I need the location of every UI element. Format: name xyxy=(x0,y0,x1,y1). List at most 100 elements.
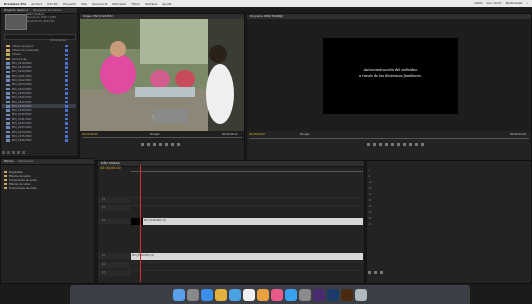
mute-icon[interactable] xyxy=(374,271,377,274)
finder-icon[interactable] xyxy=(173,288,185,301)
mark-out-icon[interactable] xyxy=(372,143,376,146)
launchpad-icon[interactable] xyxy=(187,288,199,301)
new-item-icon[interactable] xyxy=(17,151,20,154)
tab-media-browser[interactable]: Navegador de medios xyxy=(33,9,62,12)
step-back-icon[interactable] xyxy=(152,143,156,146)
clip-icon xyxy=(6,66,10,69)
tab-effects[interactable]: Efectos xyxy=(4,160,14,163)
tab-sequence[interactable]: NIÑO TRABAJO xyxy=(101,162,120,165)
audio-meters-panel xyxy=(366,160,532,284)
menu-help[interactable]: Ayuda xyxy=(162,2,171,6)
safari-icon[interactable] xyxy=(201,288,213,301)
calendar-icon[interactable] xyxy=(243,288,255,301)
label-color-swatch xyxy=(65,105,68,108)
list-view-icon[interactable] xyxy=(2,151,5,154)
video-clip-thumbnail xyxy=(131,218,143,225)
itunes-icon[interactable] xyxy=(271,288,283,301)
solo-icon[interactable] xyxy=(368,271,371,274)
new-bin-icon[interactable] xyxy=(12,151,15,154)
meter-tick: -54 xyxy=(368,223,372,226)
icon-view-icon[interactable] xyxy=(7,151,10,154)
photos-icon[interactable] xyxy=(257,288,269,301)
track-header-v3[interactable]: V3 xyxy=(98,197,130,203)
menu-sequence[interactable]: Secuencia xyxy=(92,2,107,6)
menu-file[interactable]: Archivo xyxy=(31,2,42,6)
track-header-a1[interactable]: A1 xyxy=(98,253,130,259)
photoshop-icon[interactable] xyxy=(327,288,339,301)
mark-in-icon[interactable] xyxy=(366,143,370,146)
project-clip[interactable]: MVI_0136.MOV xyxy=(2,139,76,143)
mail-icon[interactable] xyxy=(229,288,241,301)
illustrator-icon[interactable] xyxy=(341,288,353,301)
track-v3[interactable] xyxy=(98,197,364,203)
folder-icon xyxy=(6,57,10,61)
program-time-ruler[interactable] xyxy=(249,138,529,141)
trash-icon[interactable] xyxy=(355,288,367,301)
app-store-icon[interactable] xyxy=(285,288,297,301)
label-color-swatch xyxy=(65,83,68,87)
playhead[interactable] xyxy=(140,165,141,282)
clock[interactable]: Lun 19:47 xyxy=(487,1,502,5)
menu-title[interactable]: Título xyxy=(131,2,139,6)
overwrite-icon[interactable] xyxy=(176,143,180,146)
battery-status[interactable]: 100% xyxy=(474,1,483,5)
chrome-icon[interactable] xyxy=(215,288,227,301)
insert-icon[interactable] xyxy=(170,143,174,146)
tab-program[interactable]: Programa: NIÑO TRABAJO xyxy=(250,15,283,18)
tab-markers[interactable]: Marcadores xyxy=(18,160,33,163)
search-icon[interactable]: ⌕ xyxy=(526,1,528,5)
track-a3[interactable] xyxy=(98,270,364,276)
lift-icon[interactable] xyxy=(408,143,412,146)
tab-project[interactable]: Proyecto: Sesión 4 xyxy=(4,9,28,12)
play-icon[interactable] xyxy=(158,143,162,146)
source-timecode-in[interactable]: 00:00:00:00 xyxy=(82,133,98,136)
menu-marker[interactable]: Marcador xyxy=(112,2,126,6)
track-header-a3[interactable]: A3 xyxy=(98,270,130,276)
track-header-v2[interactable]: V2 xyxy=(98,205,130,211)
export-frame-icon[interactable] xyxy=(420,143,424,146)
item-count: 44 elementos xyxy=(50,39,67,42)
go-to-out-icon[interactable] xyxy=(402,143,406,146)
program-fit-select[interactable]: Encajar xyxy=(300,133,310,136)
play-icon[interactable] xyxy=(390,143,394,146)
item-label: MVI_0127.MOV xyxy=(12,100,32,104)
menu-project[interactable]: Proyecto xyxy=(63,2,76,6)
track-header-v1[interactable]: V1 xyxy=(98,218,130,224)
program-timecode-in[interactable]: 00:00:00:00 xyxy=(249,133,265,136)
source-time-ruler[interactable] xyxy=(82,137,242,140)
project-footer xyxy=(2,150,76,155)
step-forward-icon[interactable] xyxy=(396,143,400,146)
track-v2[interactable] xyxy=(98,205,364,211)
tab-source[interactable]: Origen: MVI_0128.MOV xyxy=(83,15,113,18)
source-fit-select[interactable]: Encajar xyxy=(150,133,160,136)
clip-icon xyxy=(6,126,10,130)
go-to-in-icon[interactable] xyxy=(378,143,382,146)
effects-folder[interactable]: Transiciones de vídeo xyxy=(4,186,92,190)
mark-in-icon[interactable] xyxy=(140,143,144,146)
preferences-icon[interactable] xyxy=(299,288,311,301)
track-header-a2[interactable]: A2 xyxy=(98,262,130,268)
mark-out-icon[interactable] xyxy=(146,143,150,146)
premiere-icon[interactable] xyxy=(313,288,325,301)
label-color-swatch xyxy=(65,87,68,91)
item-label: MVI_0129.MOV xyxy=(12,109,32,113)
menu-window[interactable]: Ventana xyxy=(145,2,157,6)
menu-clip[interactable]: Clip xyxy=(81,2,87,6)
item-label: MVI_0131.MOV xyxy=(12,117,32,121)
project-info: NIÑO TRABAJO Secuencia, 1920 x 1080 00;0… xyxy=(27,13,73,23)
audio-clip[interactable] xyxy=(131,253,363,260)
menu-edit[interactable]: Edición xyxy=(47,2,58,6)
step-forward-icon[interactable] xyxy=(164,143,168,146)
extract-icon[interactable] xyxy=(414,143,418,146)
source-video-frame[interactable] xyxy=(80,19,244,131)
settings-icon[interactable] xyxy=(380,271,383,274)
step-back-icon[interactable] xyxy=(384,143,388,146)
trash-icon[interactable] xyxy=(22,151,25,154)
user-name[interactable]: Multimedia xyxy=(506,1,523,5)
item-label: MVI_0130.MOV xyxy=(12,113,32,117)
timeline-ruler[interactable] xyxy=(131,165,363,172)
clip-icon xyxy=(6,105,10,108)
track-a2[interactable] xyxy=(98,262,364,268)
timeline-timecode[interactable]: 00:00:00:00 xyxy=(100,166,121,170)
menu-app-name[interactable]: Premiere Pro xyxy=(4,2,26,6)
